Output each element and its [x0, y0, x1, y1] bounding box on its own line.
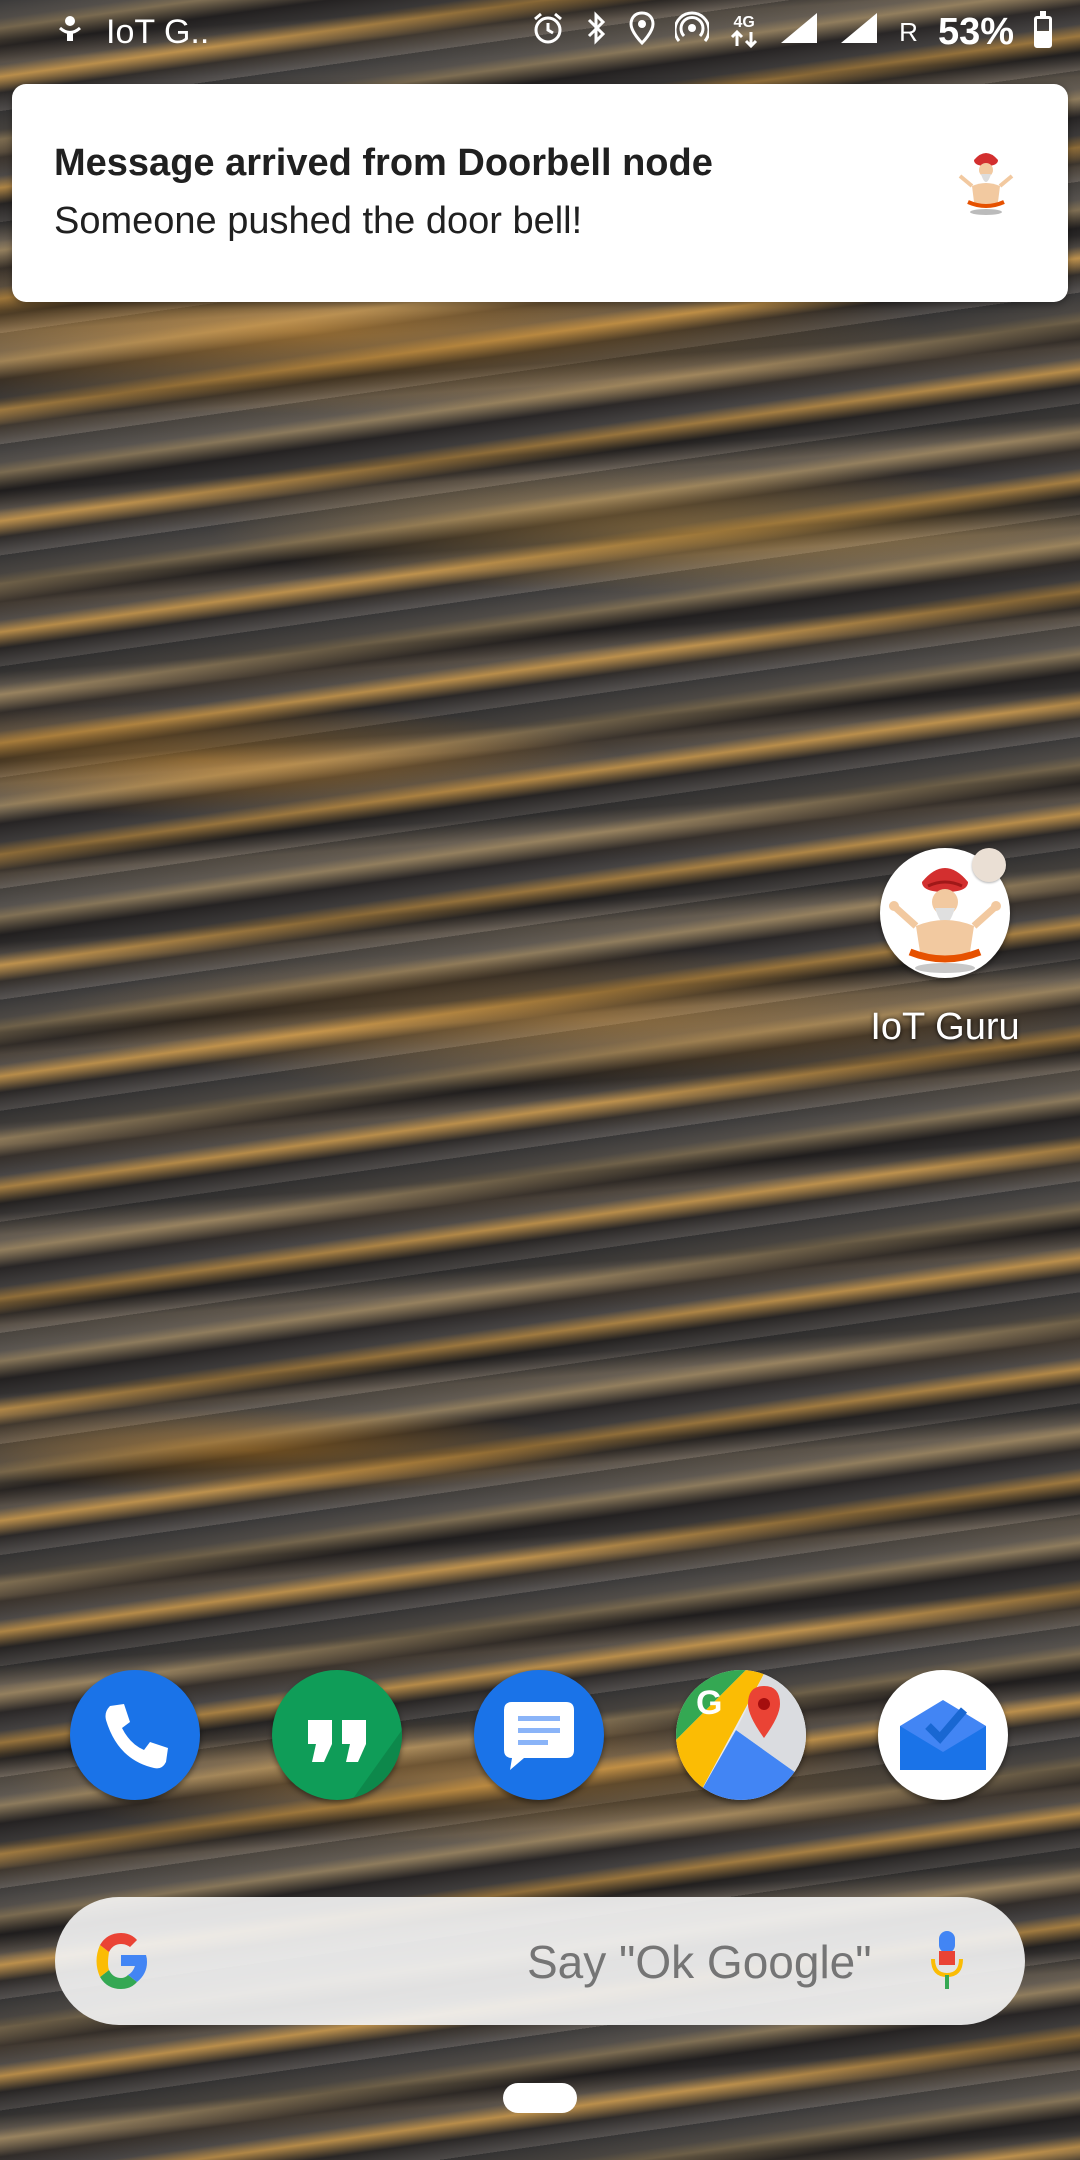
- mic-icon[interactable]: [929, 1929, 965, 1995]
- iot-guru-logo-icon: [958, 153, 1014, 215]
- hangouts-icon: [308, 1720, 402, 1800]
- hangouts-app-icon[interactable]: [272, 1670, 402, 1800]
- notification-dot: [972, 848, 1006, 882]
- signal-icon: [779, 11, 819, 53]
- signal-roaming-icon: [839, 11, 879, 53]
- battery-percent: 53%: [937, 10, 1014, 53]
- maps-icon: G: [676, 1670, 806, 1800]
- home-app-label: IoT Guru: [870, 1006, 1020, 1048]
- phone-app-icon[interactable]: [70, 1670, 200, 1800]
- google-search-bar[interactable]: Say "Ok Google": [55, 1897, 1025, 2025]
- svg-text:G: G: [696, 1684, 722, 1722]
- bluetooth-icon: [585, 11, 609, 53]
- hotspot-icon: [673, 11, 711, 53]
- alarm-icon: [531, 11, 565, 53]
- notification-text: Someone pushed the door bell!: [54, 200, 583, 242]
- home-app-iot-guru[interactable]: IoT Guru: [860, 848, 1030, 1049]
- phone-icon: [105, 1704, 168, 1769]
- location-icon: [629, 11, 655, 53]
- notification-app-icon: [56, 13, 84, 51]
- 4g-data-icon: 4G: [729, 15, 759, 48]
- heads-up-notification[interactable]: Message arrived from Doorbell node Someo…: [12, 84, 1068, 302]
- inbox-icon: [900, 1700, 986, 1770]
- status-app-name: IoT G..: [106, 12, 210, 51]
- search-placeholder: Say "Ok Google": [527, 1936, 872, 1988]
- messages-icon: [504, 1702, 574, 1770]
- roaming-indicator: R: [899, 16, 918, 47]
- maps-app-icon[interactable]: G: [676, 1670, 806, 1800]
- wallpaper-overlay: [0, 0, 1080, 2160]
- home-gesture-pill[interactable]: [503, 2083, 577, 2113]
- status-bar[interactable]: IoT G.. 4G R 53%: [0, 0, 1080, 64]
- notification-title: Message arrived from Doorbell node: [54, 142, 713, 184]
- inbox-app-icon[interactable]: [878, 1670, 1008, 1800]
- dock: G: [70, 1670, 1010, 1802]
- battery-icon: [1034, 11, 1052, 48]
- messages-app-icon[interactable]: [474, 1670, 604, 1800]
- google-g-icon: [96, 1933, 147, 1989]
